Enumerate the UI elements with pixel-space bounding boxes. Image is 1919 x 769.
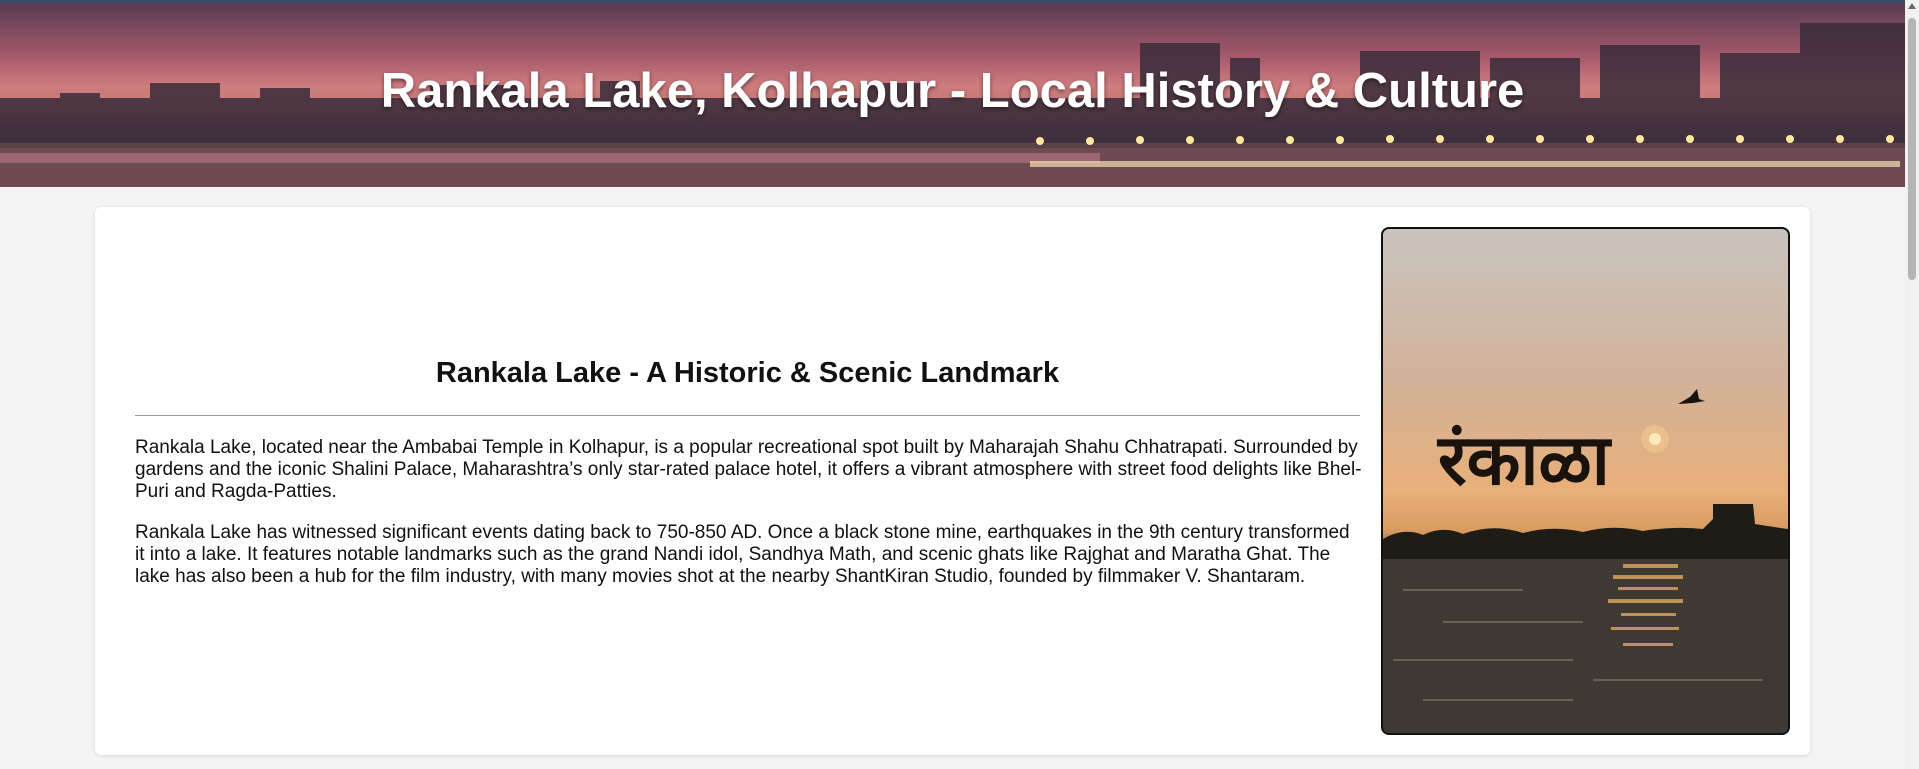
heading-divider bbox=[135, 415, 1360, 416]
marathi-lake-name: रंकाळा bbox=[1438, 419, 1610, 501]
intro-paragraph: Rankala Lake, located near the Ambabai T… bbox=[135, 437, 1362, 502]
hero-banner: Rankala Lake, Kolhapur - Local History &… bbox=[0, 3, 1905, 187]
scrollbar-thumb[interactable] bbox=[1908, 18, 1916, 280]
lake-sunset-photo: रंकाळा bbox=[1381, 227, 1790, 735]
scroll-up-arrow-icon[interactable] bbox=[1908, 3, 1916, 9]
history-paragraph: Rankala Lake has witnessed significant e… bbox=[135, 522, 1350, 587]
page-title: Rankala Lake, Kolhapur - Local History &… bbox=[380, 64, 1525, 118]
section-heading: Rankala Lake - A Historic & Scenic Landm… bbox=[435, 357, 1060, 389]
vertical-scrollbar[interactable] bbox=[1905, 0, 1919, 769]
content-card: Rankala Lake - A Historic & Scenic Landm… bbox=[95, 207, 1810, 755]
